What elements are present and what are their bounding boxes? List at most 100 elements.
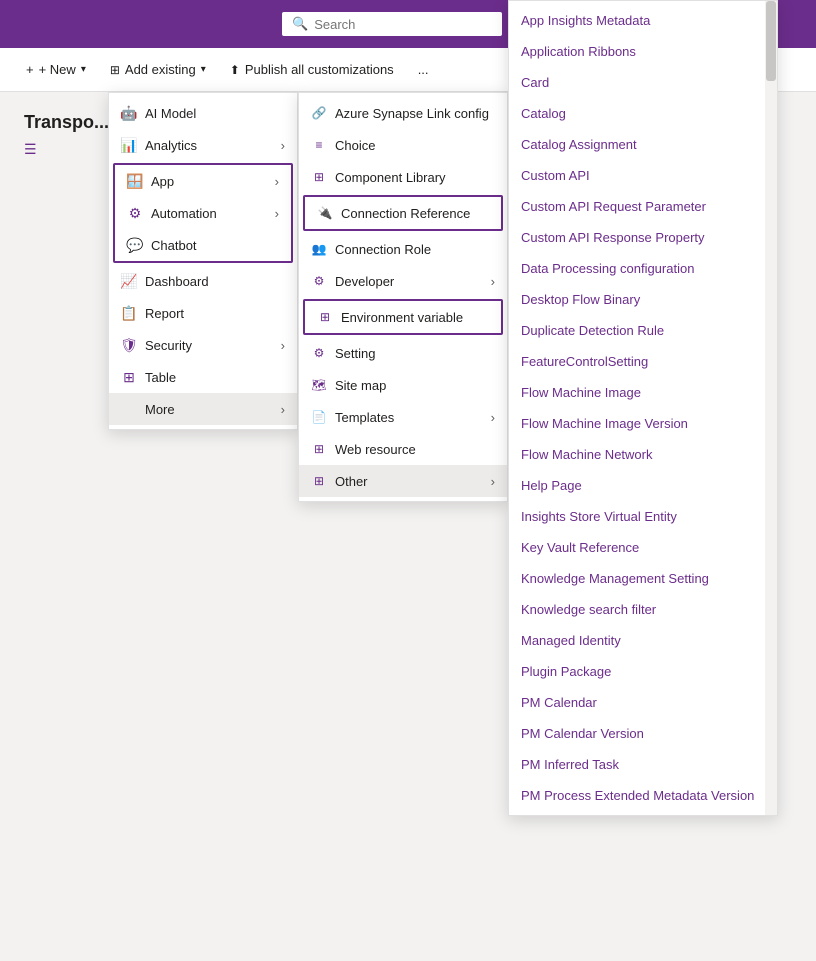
menu-label-security: Security bbox=[145, 338, 192, 353]
setting-icon: ⚙ bbox=[311, 345, 327, 361]
menu-label-developer: Developer bbox=[335, 274, 394, 289]
menu-label-dashboard: Dashboard bbox=[145, 274, 209, 289]
catalog-assignment-label: Catalog Assignment bbox=[521, 137, 637, 152]
menu-label-conn-role: Connection Role bbox=[335, 242, 431, 257]
more-button[interactable]: ... bbox=[408, 56, 439, 83]
menu-item-catalog[interactable]: Catalog bbox=[509, 98, 777, 129]
menu-item-more[interactable]: More › bbox=[109, 393, 297, 425]
pm-calendar-label: PM Calendar bbox=[521, 695, 597, 710]
menu-item-data-processing[interactable]: Data Processing configuration bbox=[509, 253, 777, 284]
menu-item-key-vault[interactable]: Key Vault Reference bbox=[509, 532, 777, 563]
menu-label-more: More bbox=[145, 402, 175, 417]
menu-item-ai-model[interactable]: 🤖 AI Model bbox=[109, 97, 297, 129]
chevron-down-icon: ▾ bbox=[81, 64, 86, 75]
scrollbar-track[interactable] bbox=[765, 1, 777, 815]
analytics-chevron: › bbox=[281, 138, 285, 153]
pm-process-extended-label: PM Process Extended Metadata Version bbox=[521, 788, 754, 803]
plugin-package-label: Plugin Package bbox=[521, 664, 611, 679]
menu-item-custom-api[interactable]: Custom API bbox=[509, 160, 777, 191]
feature-control-label: FeatureControlSetting bbox=[521, 354, 648, 369]
menu-label-ai-model: AI Model bbox=[145, 106, 196, 121]
app-icon: 🪟 bbox=[127, 173, 143, 189]
templates-chevron: › bbox=[491, 410, 495, 425]
card-label: Card bbox=[521, 75, 549, 90]
add-existing-button[interactable]: ⊞ Add existing ▾ bbox=[100, 56, 216, 83]
automation-chevron: › bbox=[275, 206, 279, 221]
choice-icon: ≡ bbox=[311, 137, 327, 153]
knowledge-search-label: Knowledge search filter bbox=[521, 602, 656, 617]
menu-item-dashboard[interactable]: 📈 Dashboard bbox=[109, 265, 297, 297]
conn-role-icon: 👥 bbox=[311, 241, 327, 257]
menu-item-env-variable[interactable]: ⊞ Environment variable bbox=[305, 301, 501, 333]
search-box[interactable]: 🔍 bbox=[282, 12, 502, 36]
report-icon: 📋 bbox=[121, 305, 137, 321]
menu-item-site-map[interactable]: 🗺 Site map bbox=[299, 369, 507, 401]
knowledge-management-label: Knowledge Management Setting bbox=[521, 571, 709, 586]
menu-item-app-ribbons[interactable]: Application Ribbons bbox=[509, 36, 777, 67]
menu-item-automation[interactable]: ⚙ Automation › bbox=[115, 197, 291, 229]
menu-item-flow-machine-image-version[interactable]: Flow Machine Image Version bbox=[509, 408, 777, 439]
menu-item-developer[interactable]: ⚙ Developer › bbox=[299, 265, 507, 297]
menu-label-web-resource: Web resource bbox=[335, 442, 416, 457]
menu-item-knowledge-management[interactable]: Knowledge Management Setting bbox=[509, 563, 777, 594]
menu-level2: 🔗 Azure Synapse Link config ≡ Choice ⊞ C… bbox=[298, 92, 508, 502]
env-variable-wrapper: ⊞ Environment variable bbox=[303, 299, 503, 335]
menu-label-site-map: Site map bbox=[335, 378, 386, 393]
menu-item-pm-process-extended[interactable]: PM Process Extended Metadata Version bbox=[509, 780, 777, 811]
web-resource-icon: ⊞ bbox=[311, 441, 327, 457]
app-ribbons-label: Application Ribbons bbox=[521, 44, 636, 59]
menu-item-setting[interactable]: ⚙ Setting bbox=[299, 337, 507, 369]
menu-item-card[interactable]: Card bbox=[509, 67, 777, 98]
menu-item-chatbot[interactable]: 💬 Chatbot bbox=[115, 229, 291, 261]
add-icon: ⊞ bbox=[110, 63, 120, 77]
menu-item-pm-calendar-version[interactable]: PM Calendar Version bbox=[509, 718, 777, 749]
menu-item-duplicate-detection[interactable]: Duplicate Detection Rule bbox=[509, 315, 777, 346]
menu-item-catalog-assignment[interactable]: Catalog Assignment bbox=[509, 129, 777, 160]
menu-item-custom-api-request[interactable]: Custom API Request Parameter bbox=[509, 191, 777, 222]
menu-item-security[interactable]: 🛡 Security › bbox=[109, 329, 297, 361]
app-insights-label: App Insights Metadata bbox=[521, 13, 650, 28]
search-input[interactable] bbox=[314, 17, 474, 32]
boxed-group: 🪟 App › ⚙ Automation › 💬 Chatbot bbox=[113, 163, 293, 263]
menu-item-component-library[interactable]: ⊞ Component Library bbox=[299, 161, 507, 193]
pm-inferred-task-label: PM Inferred Task bbox=[521, 757, 619, 772]
menu-item-flow-machine-image[interactable]: Flow Machine Image bbox=[509, 377, 777, 408]
menu-item-report[interactable]: 📋 Report bbox=[109, 297, 297, 329]
menu-label-component: Component Library bbox=[335, 170, 446, 185]
menu-item-knowledge-search[interactable]: Knowledge search filter bbox=[509, 594, 777, 625]
menu-item-plugin-package[interactable]: Plugin Package bbox=[509, 656, 777, 687]
menu-item-other[interactable]: ⊞ Other › bbox=[299, 465, 507, 497]
new-button[interactable]: + + New ▾ bbox=[16, 56, 96, 83]
connection-ref-icon: 🔌 bbox=[317, 205, 333, 221]
menu-item-help-page[interactable]: Help Page bbox=[509, 470, 777, 501]
security-chevron: › bbox=[281, 338, 285, 353]
menu-item-azure[interactable]: 🔗 Azure Synapse Link config bbox=[299, 97, 507, 129]
menu-item-web-resource[interactable]: ⊞ Web resource bbox=[299, 433, 507, 465]
menu-item-managed-identity[interactable]: Managed Identity bbox=[509, 625, 777, 656]
custom-api-label: Custom API bbox=[521, 168, 590, 183]
publish-icon: ⬆ bbox=[230, 63, 240, 77]
help-page-label: Help Page bbox=[521, 478, 582, 493]
table-icon: ⊞ bbox=[121, 369, 137, 385]
menu-item-pm-inferred-task[interactable]: PM Inferred Task bbox=[509, 749, 777, 780]
flow-machine-network-label: Flow Machine Network bbox=[521, 447, 653, 462]
menu-item-app[interactable]: 🪟 App › bbox=[115, 165, 291, 197]
menu-item-connection-reference[interactable]: 🔌 Connection Reference bbox=[305, 197, 501, 229]
data-processing-label: Data Processing configuration bbox=[521, 261, 694, 276]
menu-item-insights-store[interactable]: Insights Store Virtual Entity bbox=[509, 501, 777, 532]
publish-button[interactable]: ⬆ Publish all customizations bbox=[220, 56, 404, 83]
menu-item-connection-role[interactable]: 👥 Connection Role bbox=[299, 233, 507, 265]
menu-label-report: Report bbox=[145, 306, 184, 321]
menu-item-desktop-flow[interactable]: Desktop Flow Binary bbox=[509, 284, 777, 315]
scrollbar-thumb[interactable] bbox=[766, 1, 776, 81]
menu-item-custom-api-response[interactable]: Custom API Response Property bbox=[509, 222, 777, 253]
menu-item-choice[interactable]: ≡ Choice bbox=[299, 129, 507, 161]
menu-item-templates[interactable]: 📄 Templates › bbox=[299, 401, 507, 433]
menu-item-feature-control[interactable]: FeatureControlSetting bbox=[509, 346, 777, 377]
menu-item-analytics[interactable]: 📊 Analytics › bbox=[109, 129, 297, 161]
menu-item-flow-machine-network[interactable]: Flow Machine Network bbox=[509, 439, 777, 470]
menu-item-table[interactable]: ⊞ Table bbox=[109, 361, 297, 393]
menu-item-pm-calendar[interactable]: PM Calendar bbox=[509, 687, 777, 718]
menu-label-azure: Azure Synapse Link config bbox=[335, 106, 489, 121]
menu-item-app-insights[interactable]: App Insights Metadata bbox=[509, 5, 777, 36]
